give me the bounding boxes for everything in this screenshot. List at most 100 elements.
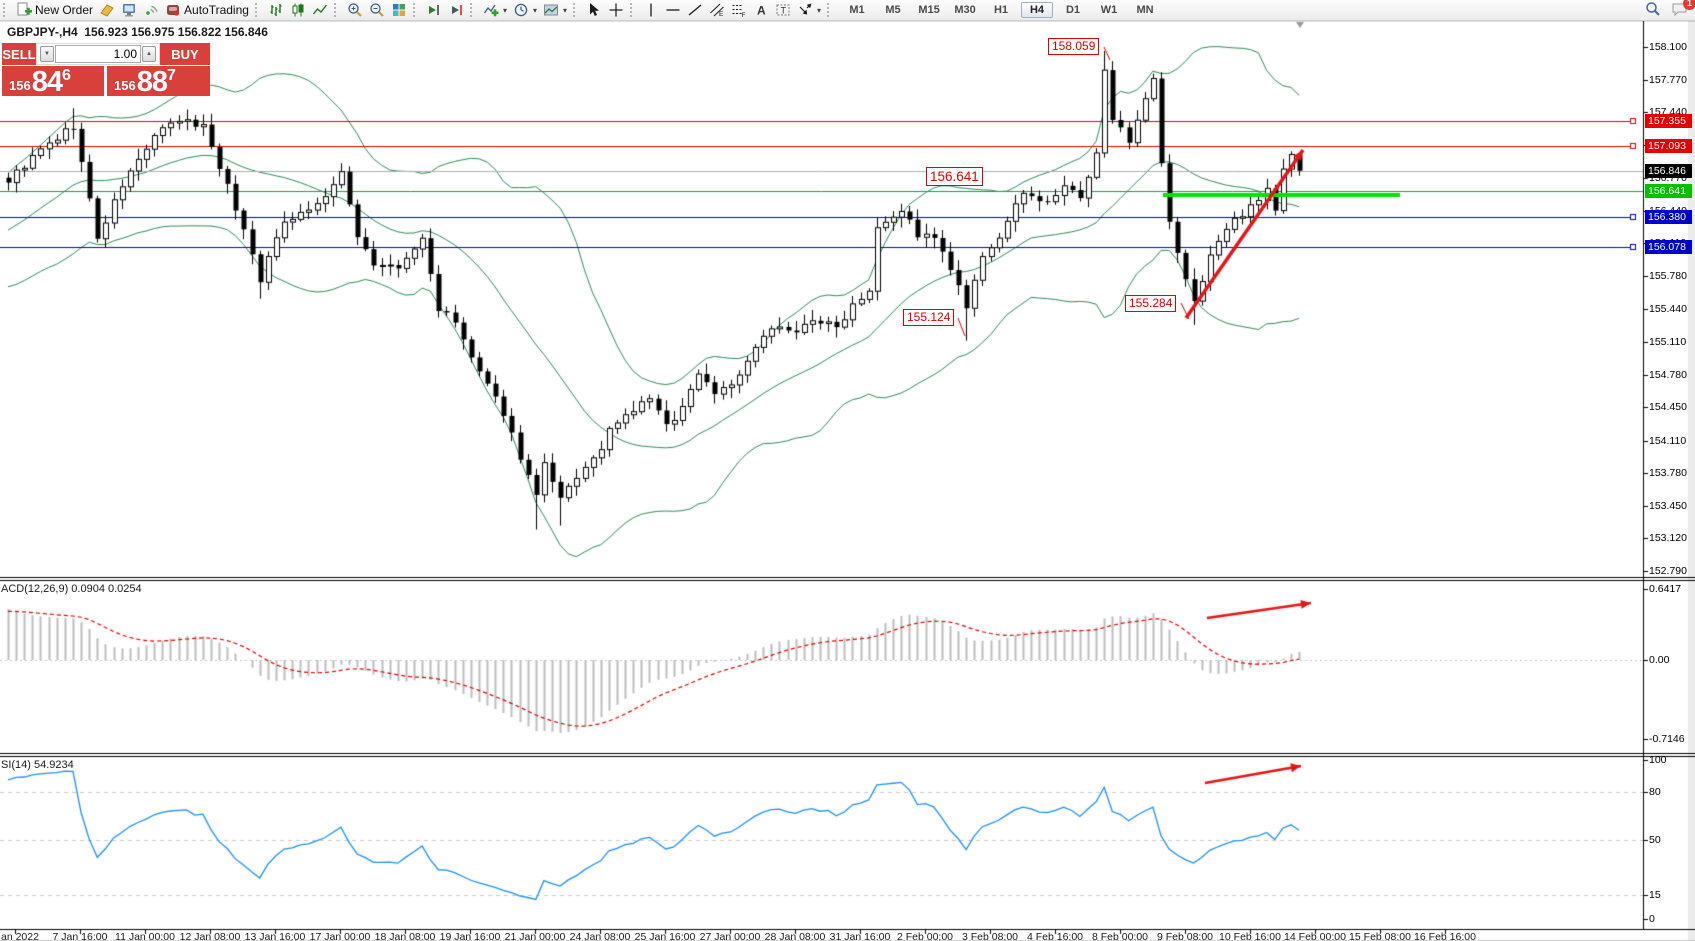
add-indicator-icon xyxy=(483,2,499,18)
signals-button[interactable] xyxy=(140,1,162,19)
toolbar-right: 1 xyxy=(1645,1,1695,20)
new-order-icon xyxy=(16,2,32,18)
line-chart-button[interactable] xyxy=(309,1,331,19)
volume-input[interactable] xyxy=(55,45,141,63)
bar-chart-button[interactable] xyxy=(265,1,287,19)
trendline-icon xyxy=(687,2,703,18)
toolbar-grip xyxy=(573,3,580,17)
svg-text:F: F xyxy=(742,12,746,18)
price-annotation[interactable]: 155.124 xyxy=(903,309,954,326)
text-tool[interactable]: A xyxy=(750,1,772,19)
crosshair-icon xyxy=(608,2,624,18)
timeframe-button-h4[interactable]: H4 xyxy=(1021,2,1053,18)
tile-windows-icon xyxy=(391,2,407,18)
auto-scroll-button[interactable] xyxy=(423,1,445,19)
horizontal-line-tool[interactable] xyxy=(662,1,684,19)
periods-dropdown[interactable]: ▾ xyxy=(510,1,540,19)
toolbar-grip xyxy=(255,3,262,17)
chart-canvas[interactable] xyxy=(0,0,1695,941)
mt4-window: New Order AutoTrading xyxy=(0,0,1695,941)
signal-icon xyxy=(143,2,159,18)
one-click-trading-widget: SELL ▼ ▲ BUY 156 84 6 156 88 7 xyxy=(2,43,210,96)
equidistant-channel-tool[interactable]: E xyxy=(706,1,728,19)
vertical-line-tool[interactable] xyxy=(640,1,662,19)
zoom-out-icon xyxy=(369,2,385,18)
timeframe-button-m15[interactable]: M15 xyxy=(913,2,945,18)
buy-button[interactable]: 156 88 7 xyxy=(107,66,210,96)
timeframe-button-m1[interactable]: M1 xyxy=(841,2,873,18)
cursor-tool-button[interactable] xyxy=(583,1,605,19)
timeframe-button-mn[interactable]: MN xyxy=(1129,2,1161,18)
search-icon xyxy=(1645,1,1661,17)
monitor-icon xyxy=(121,2,137,18)
channel-icon: E xyxy=(709,2,725,18)
volume-decrease-button[interactable]: ▼ xyxy=(40,46,54,62)
sell-price-sup: 6 xyxy=(62,67,71,85)
indicators-dropdown[interactable]: ▾ xyxy=(480,1,510,19)
toolbar-grip xyxy=(827,3,834,17)
toolbar-grip xyxy=(630,3,637,17)
trendline-tool[interactable] xyxy=(684,1,706,19)
text-icon: A xyxy=(753,2,769,18)
sell-button[interactable]: 156 84 6 xyxy=(2,66,104,96)
svg-text:T: T xyxy=(781,6,787,16)
chart-shift-button[interactable] xyxy=(445,1,467,19)
svg-text:A: A xyxy=(757,4,766,18)
zoom-out-button[interactable] xyxy=(366,1,388,19)
text-label-tool[interactable]: T xyxy=(772,1,794,19)
market-watch-button[interactable] xyxy=(118,1,140,19)
timeframe-button-h1[interactable]: H1 xyxy=(985,2,1017,18)
chevron-down-icon: ▾ xyxy=(817,6,821,15)
price-annotation[interactable]: 156.641 xyxy=(926,167,983,186)
book-icon xyxy=(99,2,115,18)
line-chart-icon xyxy=(312,2,328,18)
templates-dropdown[interactable]: ▾ xyxy=(540,1,570,19)
fibonacci-icon: F xyxy=(731,2,747,18)
timeframe-button-m30[interactable]: M30 xyxy=(949,2,981,18)
main-toolbar: New Order AutoTrading xyxy=(0,0,1695,21)
fibonacci-tool[interactable]: F xyxy=(728,1,750,19)
search-button[interactable] xyxy=(1645,1,1661,20)
caret-up-icon: ▲ xyxy=(146,51,152,57)
tile-windows-button[interactable] xyxy=(388,1,410,19)
volume-box: ▼ ▲ xyxy=(36,43,160,65)
bar-chart-icon xyxy=(268,2,284,18)
autotrading-button[interactable]: AutoTrading xyxy=(162,1,252,19)
volume-increase-button[interactable]: ▲ xyxy=(142,46,156,62)
candlestick-chart-button[interactable] xyxy=(287,1,309,19)
auto-scroll-icon xyxy=(426,2,442,18)
autotrading-icon xyxy=(165,2,181,18)
toolbar-grip xyxy=(470,3,477,17)
template-icon xyxy=(543,2,559,18)
text-label-icon: T xyxy=(775,2,791,18)
chart-title: GBPJPY-,H4 156.923 156.975 156.822 156.8… xyxy=(7,25,268,39)
buy-tab-label[interactable]: BUY xyxy=(160,43,210,65)
chart-profile-button[interactable] xyxy=(96,1,118,19)
zoom-in-button[interactable] xyxy=(344,1,366,19)
sell-tab-label[interactable]: SELL xyxy=(2,43,36,65)
buy-price-sup: 7 xyxy=(167,67,176,85)
clock-icon xyxy=(513,2,529,18)
price-annotation[interactable]: 155.284 xyxy=(1125,295,1176,312)
notifications-button[interactable]: 1 xyxy=(1671,1,1689,20)
horizontal-line-icon xyxy=(665,2,681,18)
chevron-down-icon: ▾ xyxy=(563,6,567,15)
arrows-dropdown[interactable]: ▾ xyxy=(794,1,824,19)
new-order-label: New Order xyxy=(35,3,93,17)
zoom-in-icon xyxy=(347,2,363,18)
toolbar-grip xyxy=(3,3,10,17)
timeframe-button-d1[interactable]: D1 xyxy=(1057,2,1089,18)
timeframe-button-w1[interactable]: W1 xyxy=(1093,2,1125,18)
timeframe-button-m5[interactable]: M5 xyxy=(877,2,909,18)
cursor-icon xyxy=(586,2,602,18)
notification-badge: 1 xyxy=(1683,0,1695,10)
new-order-button[interactable]: New Order xyxy=(13,1,96,19)
shapes-arrows-icon xyxy=(797,2,813,18)
candlestick-chart-icon xyxy=(290,2,306,18)
chevron-down-icon: ▾ xyxy=(503,6,507,15)
chart-shift-icon xyxy=(448,2,464,18)
crosshair-tool-button[interactable] xyxy=(605,1,627,19)
price-annotation[interactable]: 158.059 xyxy=(1048,38,1099,55)
caret-down-icon: ▼ xyxy=(44,51,50,57)
svg-text:E: E xyxy=(719,11,724,18)
